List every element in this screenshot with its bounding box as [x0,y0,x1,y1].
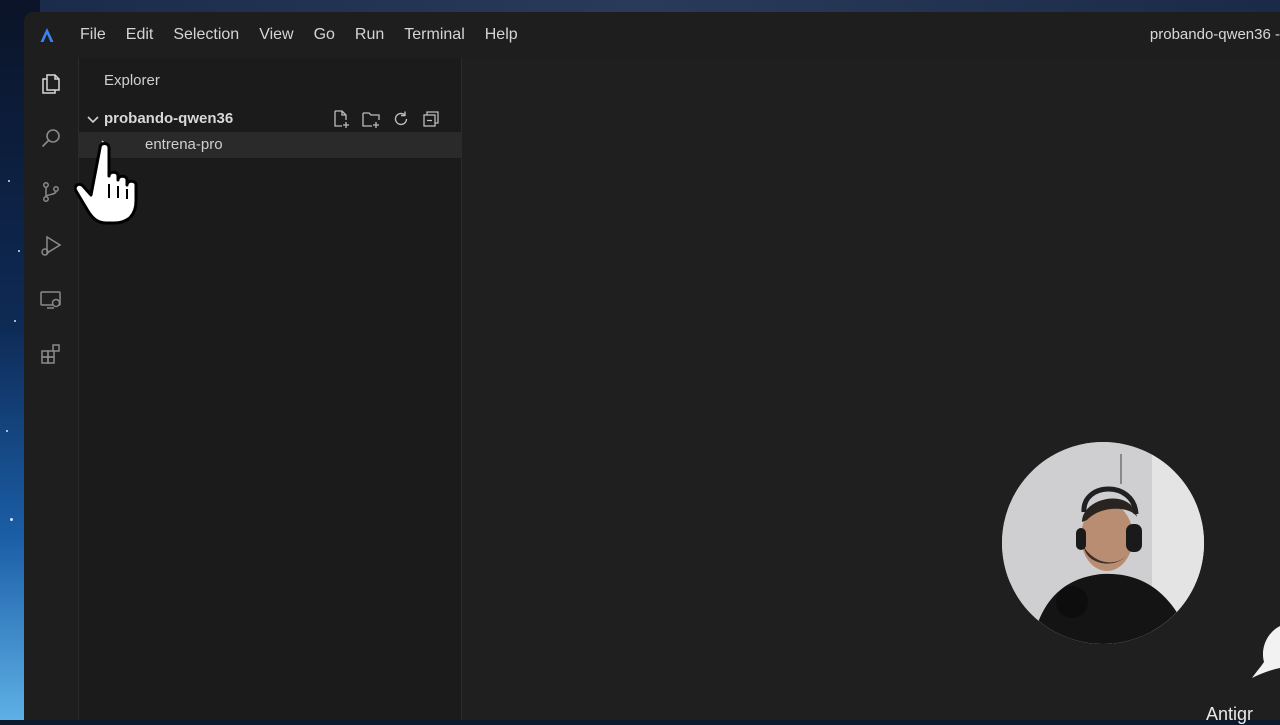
folder-actions [330,108,442,130]
menu-selection[interactable]: Selection [163,20,249,50]
window-title: probando-qwen36 - [1149,26,1280,43]
workspace-folder-header[interactable]: probando-qwen36 [79,106,461,132]
menu-help[interactable]: Help [475,20,528,50]
new-folder-icon[interactable] [360,108,382,130]
menu-run[interactable]: Run [345,20,394,50]
menu-edit[interactable]: Edit [116,20,164,50]
run-debug-icon[interactable] [35,230,67,262]
extensions-icon[interactable] [35,338,67,370]
menu-view[interactable]: View [249,20,303,50]
webcam-overlay [1002,442,1204,644]
remote-explorer-icon[interactable] [35,284,67,316]
collapse-all-icon[interactable] [420,108,442,130]
corner-text: Antigr [1206,704,1254,724]
menu-bar: File Edit Selection View Go Run Terminal… [70,20,528,50]
menu-go[interactable]: Go [304,20,345,50]
refresh-icon[interactable] [390,108,412,130]
new-file-icon[interactable] [330,108,352,130]
workspace-folder-name: probando-qwen36 [104,110,234,127]
hand-cursor-icon [73,138,144,230]
menu-file[interactable]: File [70,20,116,50]
source-control-icon[interactable] [35,176,67,208]
activity-bar [24,58,79,720]
search-icon[interactable] [35,122,67,154]
chevron-down-icon[interactable] [85,111,101,127]
app-logo-icon [24,12,70,58]
tree-item-label: entrena-pro [145,136,223,153]
title-bar: File Edit Selection View Go Run Terminal… [24,12,1280,58]
corner-logo-icon [1250,622,1280,682]
sidebar-title: Explorer [104,72,160,89]
explorer-icon[interactable] [35,68,67,100]
menu-terminal[interactable]: Terminal [394,20,474,50]
